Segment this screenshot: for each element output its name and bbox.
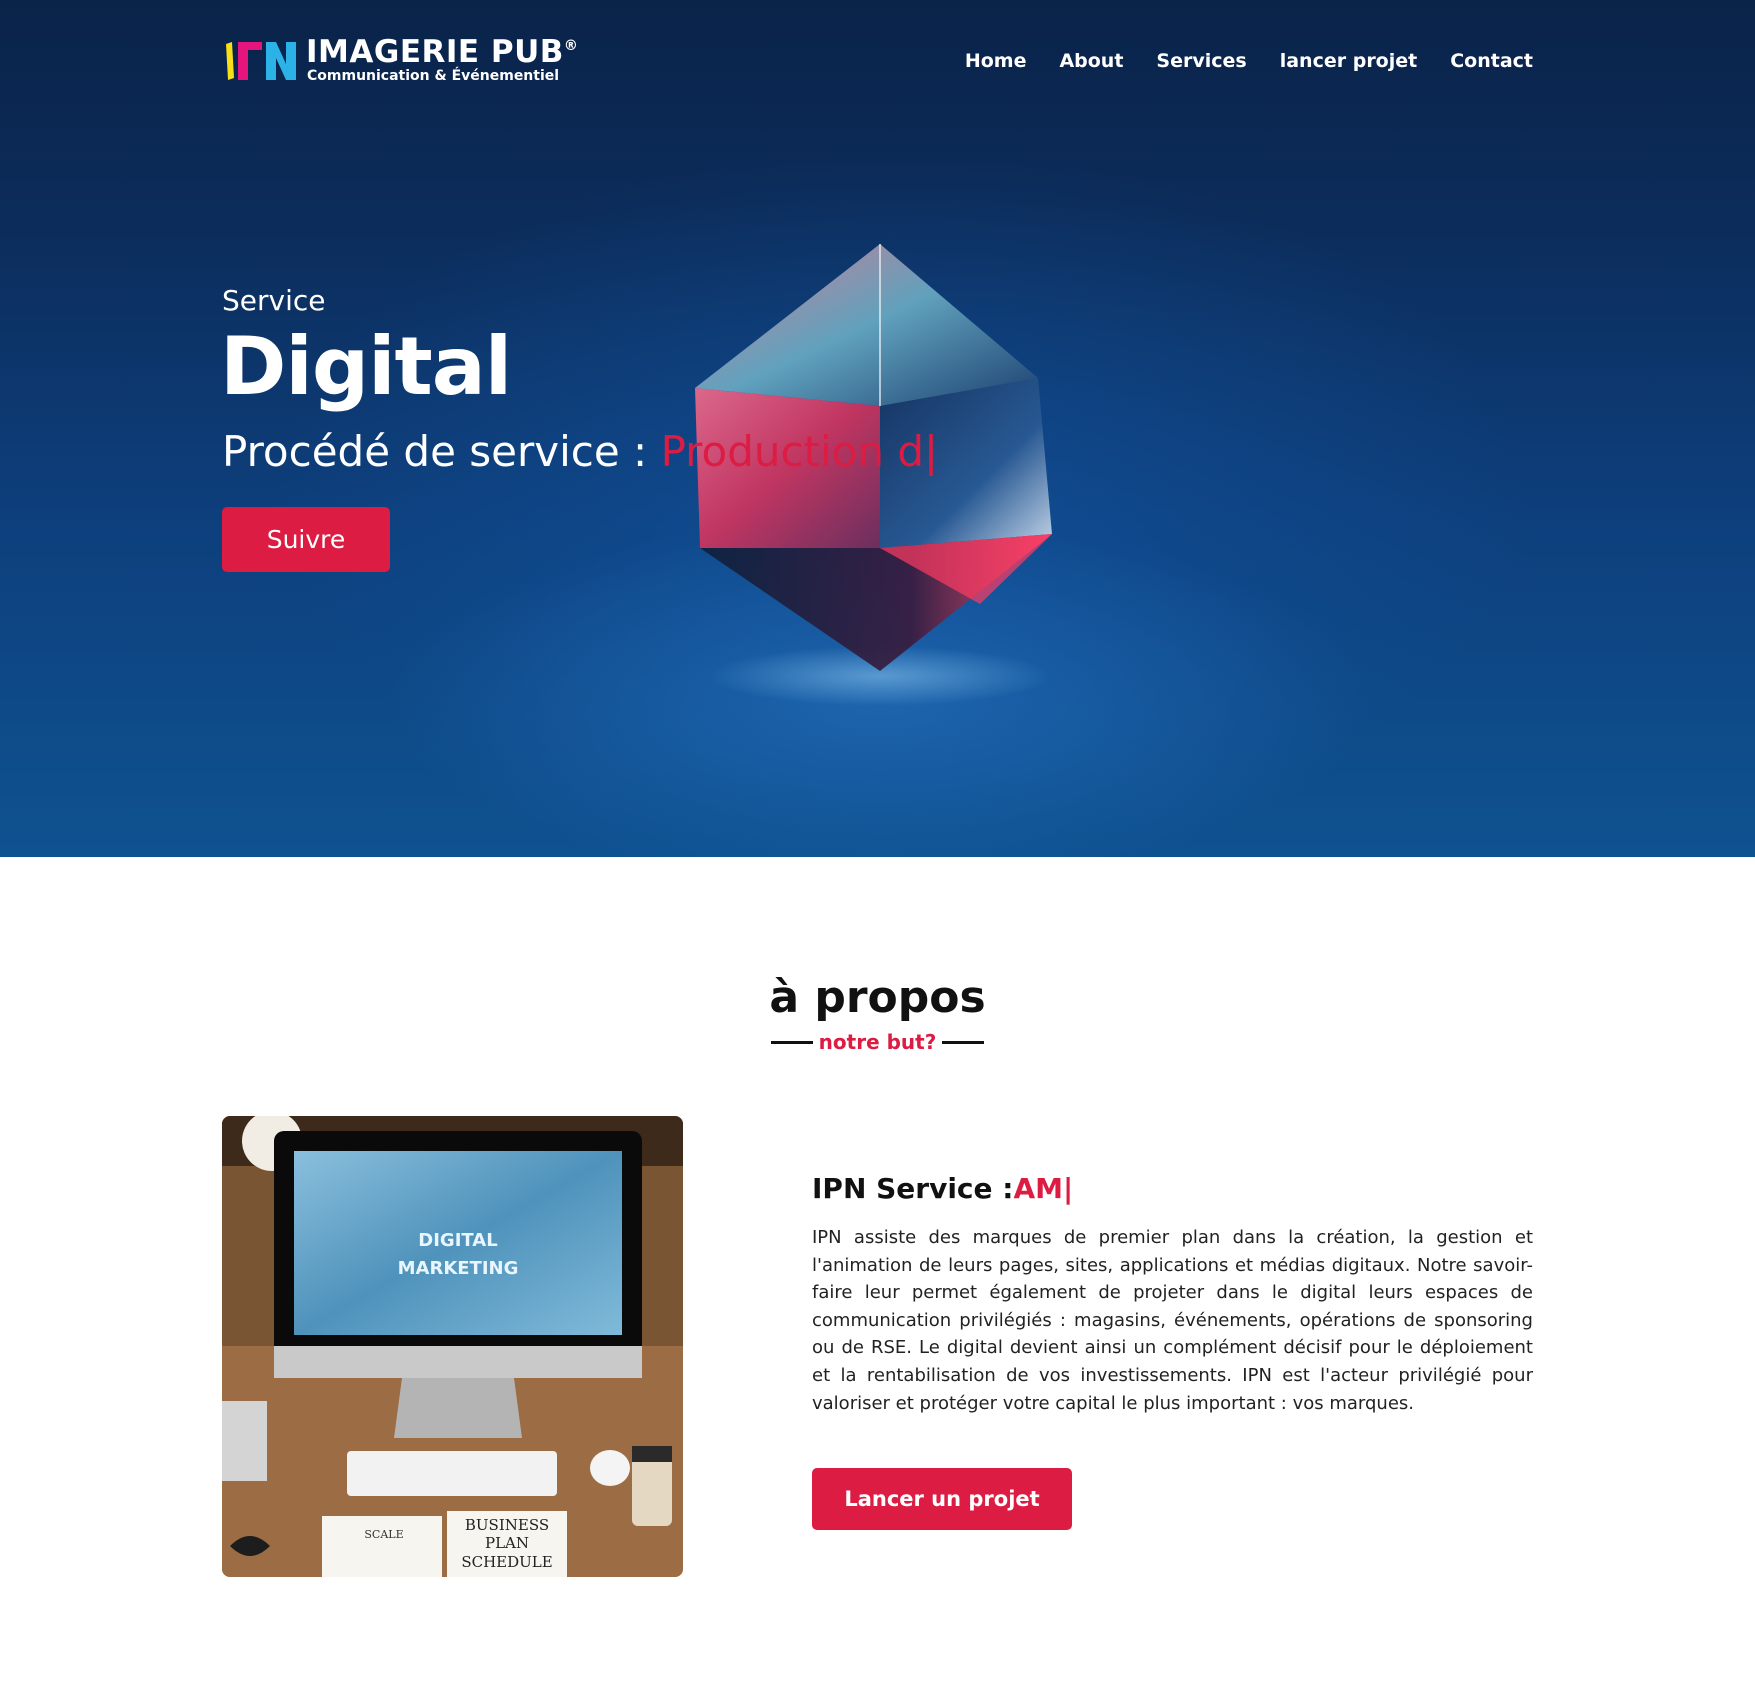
- about-subtitle-text: notre but?: [818, 1030, 937, 1054]
- hero-kicker: Service: [222, 284, 326, 317]
- subtitle-rule-right: [942, 1040, 985, 1044]
- desk-computer-illustration: DIGITAL MARKETING SCALE BUSINESS PLAN SC…: [222, 1116, 683, 1577]
- note-text-scale: SCALE: [364, 1528, 403, 1541]
- note-text-plan: PLAN: [485, 1534, 529, 1552]
- ipn-heading-typed: AM|: [1013, 1172, 1074, 1205]
- hero-line-prefix: Procédé de service :: [222, 427, 661, 476]
- digital-marketing-image: DIGITAL MARKETING SCALE BUSINESS PLAN SC…: [222, 1116, 683, 1577]
- about-paragraph: IPN assiste des marques de premier plan …: [812, 1227, 1533, 1414]
- ipn-service-heading: IPN Service :AM|: [812, 1172, 1073, 1205]
- note-text-business: BUSINESS: [465, 1516, 549, 1534]
- brand-title: IMAGERIE PUB®: [306, 34, 579, 70]
- nav-services[interactable]: Services: [1156, 50, 1246, 72]
- main-nav: Home About Services lancer projet Contac…: [932, 50, 1533, 72]
- ipn-heading-prefix: IPN Service :: [812, 1172, 1014, 1205]
- subtitle-rule-left: [770, 1040, 813, 1044]
- hero-line-typed: Production d|: [660, 427, 939, 476]
- hero-title: Digital: [220, 320, 512, 413]
- screen-text-marketing: MARKETING: [398, 1258, 519, 1279]
- lancer-projet-button[interactable]: Lancer un projet: [812, 1468, 1072, 1530]
- about-title: à propos: [769, 972, 986, 1023]
- hero-section: IMAGERIE PUB® Communication & Événementi…: [0, 0, 1755, 857]
- nav-contact[interactable]: Contact: [1450, 50, 1533, 72]
- nav-lancer-projet[interactable]: lancer projet: [1280, 50, 1418, 72]
- nav-home[interactable]: Home: [965, 50, 1027, 72]
- note-text-schedule: SCHEDULE: [461, 1553, 552, 1571]
- suivre-button[interactable]: Suivre: [222, 507, 390, 572]
- about-subtitle: notre but?: [0, 1030, 1755, 1054]
- hero-service-line: Procédé de service : Production d|: [222, 427, 938, 476]
- ipn-logo-mark: [226, 42, 296, 80]
- brand-subtitle: Communication & Événementiel: [307, 68, 560, 84]
- site-logo[interactable]: IMAGERIE PUB® Communication & Événementi…: [222, 34, 578, 86]
- screen-text-digital: DIGITAL: [418, 1230, 497, 1251]
- nav-about[interactable]: About: [1059, 50, 1123, 72]
